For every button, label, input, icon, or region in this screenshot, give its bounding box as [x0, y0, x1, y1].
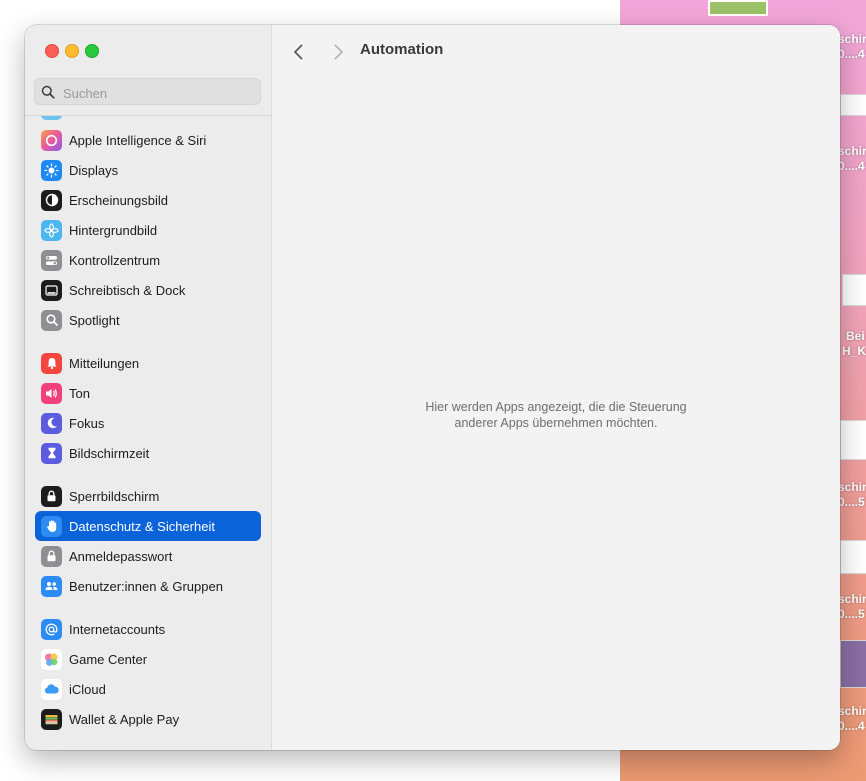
padlock-icon	[41, 545, 62, 567]
forward-button[interactable]	[328, 42, 348, 62]
back-button[interactable]	[289, 42, 309, 62]
sidebar-item-label: Fokus	[69, 415, 105, 431]
lock-icon	[41, 485, 62, 507]
sidebar-item-label: Benutzer:innen & Gruppen	[69, 578, 223, 594]
desktop-file-thumbnail[interactable]	[840, 640, 866, 688]
desktop-file-label[interactable]: schir	[838, 480, 866, 495]
wallet-icon	[41, 708, 62, 730]
desktop-file-label[interactable]: 0....5	[838, 607, 865, 622]
desktop-file-thumbnail[interactable]	[840, 540, 866, 574]
sidebar-item-wallet-apple-pay[interactable]: Wallet & Apple Pay	[35, 704, 261, 734]
chevron-left-icon	[294, 44, 303, 60]
desktop-file-thumbnail[interactable]	[842, 274, 866, 306]
sidebar-item-icloud[interactable]: iCloud	[35, 674, 261, 704]
desktop-file-label[interactable]: 0....5	[838, 495, 865, 510]
at-icon	[41, 618, 62, 640]
minimize-window-button[interactable]	[65, 44, 79, 58]
sidebar-item-mitteilungen[interactable]: Mitteilungen	[35, 348, 261, 378]
sidebar-item-label: Game Center	[69, 651, 148, 667]
sidebar-item-internetaccounts[interactable]: Internetaccounts	[35, 614, 261, 644]
desktop-file-label[interactable]: 0....4	[838, 719, 865, 734]
desktop-file-label[interactable]: schir	[838, 592, 866, 607]
appearance-icon	[41, 189, 62, 211]
sidebar-item-label: Erscheinungsbild	[69, 192, 169, 208]
system-settings-window: Apple Intelligence & Siri Displays Ersch…	[25, 25, 840, 750]
sidebar-item-label: Mitteilungen	[69, 355, 140, 371]
sidebar-item-ton[interactable]: Ton	[35, 378, 261, 408]
sidebar-item-game-center[interactable]: Game Center	[35, 644, 261, 674]
sidebar-item-label: Hintergrundbild	[69, 222, 158, 238]
bell-icon	[41, 352, 62, 374]
desktop-file-thumbnail[interactable]	[840, 420, 866, 460]
sidebar-item-label: Anmeldepasswort	[69, 548, 173, 564]
cloud-icon	[41, 678, 62, 700]
gamecenter-icon	[41, 648, 62, 670]
empty-state-line: anderer Apps übernehmen möchten.	[454, 416, 658, 430]
sidebar-item-label: Wallet & Apple Pay	[69, 711, 180, 727]
sidebar-item-label: iCloud	[69, 681, 106, 697]
speaker-icon	[41, 382, 62, 404]
desktop-file-label[interactable]: Bei	[846, 329, 865, 344]
toggles-icon	[41, 249, 62, 271]
sidebar-item-label: Ton	[69, 385, 90, 401]
sidebar-item-erscheinungsbild[interactable]: Erscheinungsbild	[35, 185, 261, 215]
partially-hidden-item-icon	[41, 116, 62, 120]
sidebar-item-label: Spotlight	[69, 312, 120, 328]
sidebar-item-spotlight[interactable]: Spotlight	[35, 305, 261, 335]
hourglass-icon	[41, 442, 62, 464]
sidebar-item-label: Datenschutz & Sicherheit	[69, 518, 215, 534]
desktop-file-label[interactable]: schir	[838, 32, 866, 47]
desktop-file-label[interactable]: H_K.	[842, 344, 866, 359]
sidebar: Apple Intelligence & Siri Displays Ersch…	[25, 25, 272, 750]
page-title: Automation	[360, 41, 444, 58]
sidebar-item-kontrollzentrum[interactable]: Kontrollzentrum	[35, 245, 261, 275]
sidebar-item-sperrbildschirm[interactable]: Sperrbildschirm	[35, 481, 261, 511]
sidebar-item-label: Schreibtisch & Dock	[69, 282, 186, 298]
zoom-window-button[interactable]	[85, 44, 99, 58]
chevron-right-icon	[334, 44, 343, 60]
sidebar-item-label: Bildschirmzeit	[69, 445, 150, 461]
desktop-file-label[interactable]: 0....4	[838, 159, 865, 174]
sidebar-item-fokus[interactable]: Fokus	[35, 408, 261, 438]
sidebar-item-bildschirmzeit[interactable]: Bildschirmzeit	[35, 438, 261, 468]
sidebar-item-schreibtisch-dock[interactable]: Schreibtisch & Dock	[35, 275, 261, 305]
moon-icon	[41, 412, 62, 434]
hand-icon	[41, 515, 62, 537]
empty-state-message: Hier werden Apps angezeigt, die die Steu…	[272, 399, 840, 431]
desktop-file-label[interactable]: schir	[838, 144, 866, 159]
desktop-file-label[interactable]: schir	[838, 704, 866, 719]
sidebar-list[interactable]: Apple Intelligence & Siri Displays Ersch…	[25, 116, 271, 750]
sidebar-item-apple-intelligence-siri[interactable]: Apple Intelligence & Siri	[35, 125, 261, 155]
dock-icon	[41, 279, 62, 301]
search-icon	[41, 85, 55, 99]
search-input[interactable]	[61, 82, 255, 104]
sun-icon	[41, 159, 62, 181]
sidebar-item-label: Apple Intelligence & Siri	[69, 132, 207, 148]
empty-state-line: Hier werden Apps angezeigt, die die Steu…	[425, 400, 687, 414]
flower-icon	[41, 219, 62, 241]
magnifier-icon	[41, 309, 62, 331]
sidebar-item-label: Displays	[69, 162, 119, 178]
sidebar-item-anmeldepasswort[interactable]: Anmeldepasswort	[35, 541, 261, 571]
siri-icon	[41, 129, 62, 151]
sidebar-item-label: Kontrollzentrum	[69, 252, 161, 268]
search-field[interactable]	[34, 78, 261, 105]
close-window-button[interactable]	[45, 44, 59, 58]
desktop-file-thumbnail[interactable]	[840, 94, 866, 116]
sidebar-item-displays[interactable]: Displays	[35, 155, 261, 185]
sidebar-item-benutzer-gruppen[interactable]: Benutzer:innen & Gruppen	[35, 571, 261, 601]
users-icon	[41, 575, 62, 597]
sidebar-item-label: Sperrbildschirm	[69, 488, 160, 504]
sidebar-item-hintergrundbild[interactable]: Hintergrundbild	[35, 215, 261, 245]
main-content: Automation Hier werden Apps angezeigt, d…	[272, 25, 840, 750]
desktop-file-label[interactable]: 0....4	[838, 47, 865, 62]
desktop-file-thumbnail[interactable]	[708, 0, 768, 16]
sidebar-item-datenschutz-sicherheit[interactable]: Datenschutz & Sicherheit	[35, 511, 261, 541]
sidebar-item-label: Internetaccounts	[69, 621, 166, 637]
